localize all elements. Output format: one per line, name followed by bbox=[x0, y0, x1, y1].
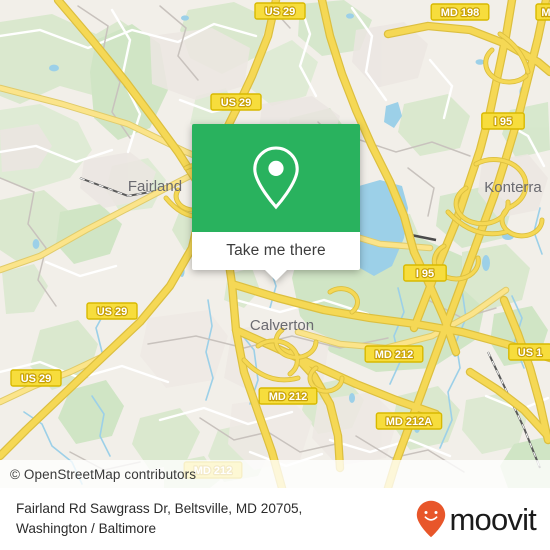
road-shield: MD 212A bbox=[375, 412, 443, 430]
popup-footer[interactable]: Take me there bbox=[192, 232, 360, 281]
moovit-logo[interactable]: moovit bbox=[416, 500, 537, 538]
road-shield: MD 212 bbox=[258, 387, 318, 405]
popup-tail bbox=[265, 270, 287, 281]
road-shield-label: MD 212 bbox=[375, 349, 414, 361]
address-line-2: Washington / Baltimore bbox=[16, 521, 157, 536]
road-shield: MD 198 bbox=[430, 3, 490, 21]
road-shield: US 29 bbox=[254, 2, 306, 20]
moovit-wordmark: moovit bbox=[449, 501, 536, 537]
osm-attribution-text: © OpenStreetMap contributors bbox=[10, 466, 197, 482]
address-block: Fairland Rd Sawgrass Dr, Beltsville, MD … bbox=[16, 499, 302, 539]
map-canvas[interactable]: Fairland Calverton Konterra US 29 MD 198 M US… bbox=[0, 0, 550, 488]
road-shield-label: MD 212A bbox=[386, 416, 433, 428]
road-shield: US 29 bbox=[210, 93, 262, 111]
road-shield-label: US 29 bbox=[221, 97, 252, 109]
map-attribution: © OpenStreetMap contributors bbox=[0, 460, 550, 488]
moovit-pin-icon bbox=[417, 500, 446, 538]
address-line-1: Fairland Rd Sawgrass Dr, Beltsville, MD … bbox=[16, 501, 303, 516]
map-share-card: Fairland Calverton Konterra US 29 MD 198 M US… bbox=[0, 0, 550, 550]
road-shield-label: I 95 bbox=[494, 116, 512, 128]
road-shield-label: US 1 bbox=[518, 347, 542, 359]
location-pin-icon bbox=[253, 146, 299, 210]
road-shield-label: M bbox=[541, 7, 550, 19]
road-shield: MD 212 bbox=[364, 345, 424, 363]
road-shield-label: US 29 bbox=[21, 373, 52, 385]
place-label: Konterra bbox=[484, 179, 542, 196]
road-shield: US 29 bbox=[10, 369, 62, 387]
road-shield: I 95 bbox=[403, 264, 447, 282]
road-shield-label: MD 212 bbox=[269, 391, 308, 403]
road-shield-label: US 29 bbox=[97, 306, 128, 318]
place-label: Calverton bbox=[250, 317, 314, 334]
road-shield: I 95 bbox=[481, 112, 525, 130]
place-label: Fairland bbox=[128, 178, 182, 195]
road-shield: US 29 bbox=[86, 302, 138, 320]
destination-popup[interactable]: Take me there bbox=[192, 124, 360, 281]
footer-bar: Fairland Rd Sawgrass Dr, Beltsville, MD … bbox=[0, 488, 550, 550]
road-shield-label: US 29 bbox=[265, 6, 296, 18]
road-shield: US 1 bbox=[508, 343, 550, 361]
road-shield-label: I 95 bbox=[416, 268, 434, 280]
road-shield: M bbox=[535, 3, 550, 21]
take-me-there-button[interactable]: Take me there bbox=[226, 242, 326, 260]
popup-header bbox=[192, 124, 360, 232]
road-shield-label: MD 198 bbox=[441, 7, 480, 19]
